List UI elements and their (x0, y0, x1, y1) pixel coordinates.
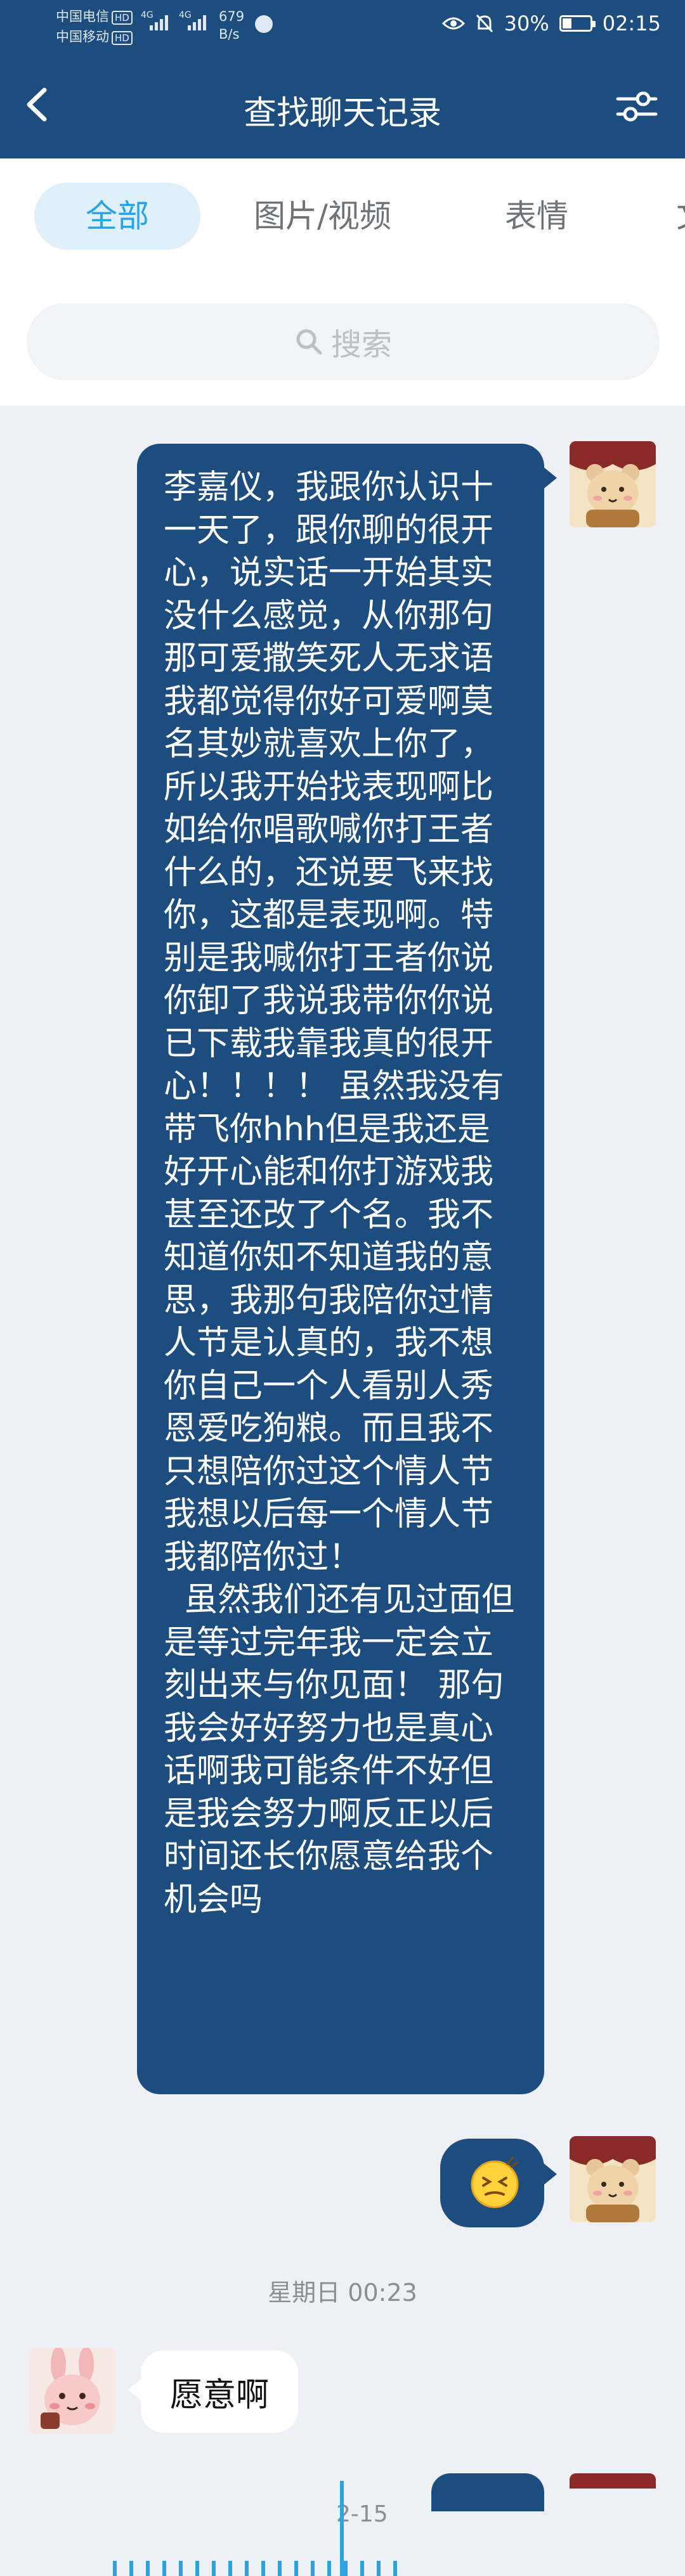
timeline-current-marker (340, 2481, 344, 2576)
tab-images-videos[interactable]: 图片/视频 (254, 183, 391, 250)
speed-value: 679 (219, 9, 245, 24)
timeline-tick (311, 2561, 315, 2576)
timeline-tick (377, 2561, 381, 2576)
timeline-tick (245, 2561, 249, 2576)
timeline-tick (228, 2561, 232, 2576)
carrier-1-label: 中国电信 (56, 9, 109, 24)
carrier-2-label: 中国移动 (56, 29, 109, 44)
outgoing-message-bubble[interactable]: 李嘉仪，我跟你认识十一天了，跟你聊的很开心，说实话一开始其实没什么感觉，从你那句… (137, 444, 544, 2094)
battery-percent: 30% (504, 11, 549, 35)
timeline-tick (179, 2561, 183, 2576)
outgoing-emoji-bubble[interactable] (440, 2139, 544, 2227)
bubble-tail (543, 467, 557, 489)
incoming-message-bubble[interactable]: 愿意啊 (141, 2350, 298, 2433)
tab-stickers[interactable]: 表情 (505, 183, 568, 250)
signal-icon (188, 15, 206, 30)
tabs-area: 全部 图片/视频 表情 文 搜索 (0, 158, 685, 406)
status-bar: 中国电信 HD 中国移动 HD 4G 4G 679 B/s 30% 02:15 (0, 0, 685, 51)
timeline-tick (278, 2561, 282, 2576)
timeline-tick (129, 2561, 133, 2576)
clock-time: 02:15 (602, 11, 661, 35)
timeline-tick (360, 2561, 364, 2576)
rabbit-avatar[interactable] (29, 2348, 115, 2434)
bubble-tail (128, 2378, 142, 2401)
network-speed: 679 B/s (219, 8, 244, 43)
eye-icon (441, 17, 465, 30)
timeline-date-label: 2-15 (336, 2501, 388, 2527)
timeline-tick (195, 2561, 199, 2576)
timeline-tick (344, 2561, 348, 2576)
signal-icon (150, 15, 168, 30)
time-divider: 星期日 00:23 (268, 2279, 417, 2307)
carrier-info: 中国电信 HD 中国移动 HD (56, 6, 133, 47)
bubble-tail (543, 2163, 557, 2186)
globe-icon (255, 15, 273, 33)
timeline-tick (393, 2561, 397, 2576)
timeline-tick (294, 2561, 298, 2576)
timeline-tick (162, 2561, 166, 2576)
timeline-tick (261, 2561, 265, 2576)
app-header: 中国电信 HD 中国移动 HD 4G 4G 679 B/s 30% 02:15 查找… (0, 0, 685, 158)
bear-avatar[interactable] (570, 2136, 656, 2222)
page-title: 查找聊天记录 (243, 94, 441, 132)
search-icon (296, 329, 322, 355)
tab-all[interactable]: 全部 (34, 183, 200, 250)
timeline-tick (113, 2561, 117, 2576)
timeline-tick (212, 2561, 216, 2576)
bell-off-icon (476, 14, 493, 33)
tab-documents[interactable]: 文 (676, 183, 685, 250)
date-timeline-scrubber[interactable]: 2-15 (0, 2472, 685, 2576)
search-placeholder: 搜索 (330, 327, 392, 363)
status-right: 30% 02:15 (441, 11, 661, 35)
battery-icon (559, 15, 596, 32)
hd-badge: HD (112, 31, 133, 45)
search-input[interactable]: 搜索 (27, 303, 660, 380)
speed-unit: B/s (219, 27, 240, 42)
hd-badge: HD (112, 11, 133, 25)
timeline-tick (146, 2561, 150, 2576)
nav-bar: 查找聊天记录 (0, 70, 685, 139)
timeline-tick (327, 2561, 331, 2576)
embarrassed-face-icon (471, 2156, 519, 2208)
bear-avatar[interactable] (570, 441, 656, 527)
sliders-icon[interactable] (614, 84, 660, 128)
